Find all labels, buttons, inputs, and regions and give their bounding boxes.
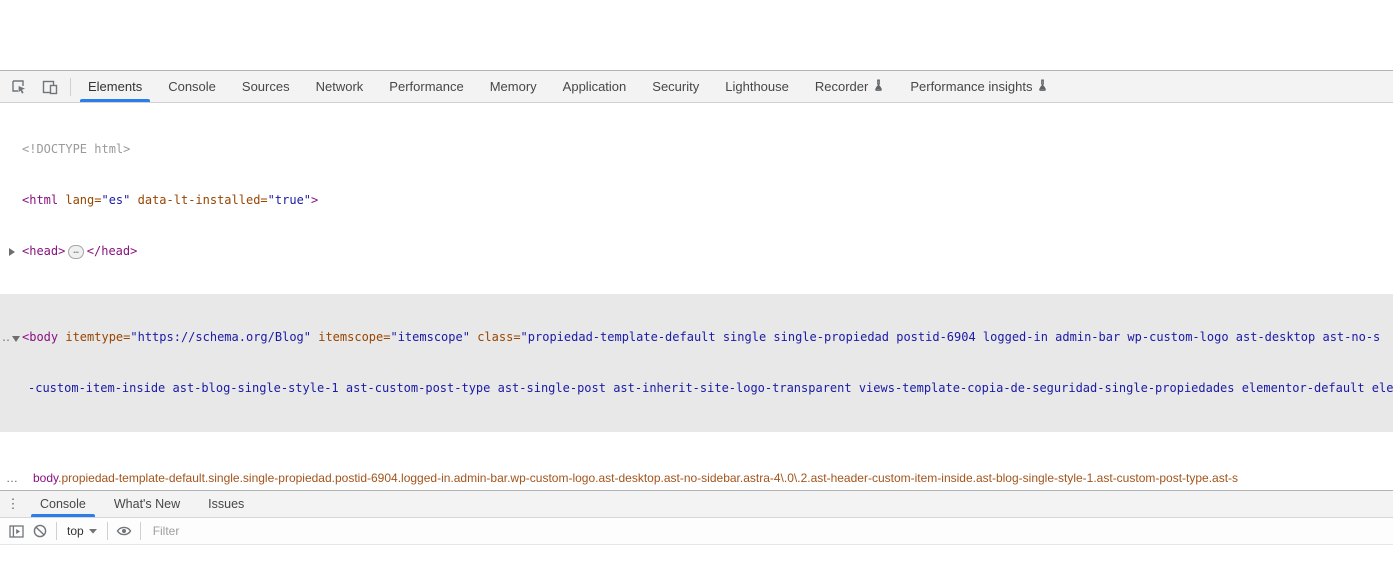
tab-performance-insights[interactable]: Performance insights — [897, 71, 1061, 102]
live-expression-eye-icon[interactable] — [112, 519, 136, 543]
console-drawer: ⋮ Console What's New Issues top Filter — [0, 490, 1393, 571]
tab-network[interactable]: Network — [303, 71, 377, 102]
drawer-tab-issues[interactable]: Issues — [194, 491, 258, 517]
device-toolbar-icon[interactable] — [38, 75, 62, 99]
toolbar-separator — [56, 522, 57, 540]
drawer-tab-bar: ⋮ Console What's New Issues — [0, 491, 1393, 518]
console-messages: JQMIGRATE: Migrate is installed, version… — [0, 545, 1393, 571]
drawer-tab-whats-new[interactable]: What's New — [100, 491, 194, 517]
drawer-menu-kebab-icon[interactable]: ⋮ — [0, 491, 26, 517]
toolbar-separator — [106, 522, 108, 540]
toolbar-separator — [139, 522, 141, 540]
javascript-context-selector[interactable]: top — [61, 524, 103, 538]
dom-node-body-selected[interactable]: ‥ <body itemtype="https://schema.org/Blog… — [0, 294, 1393, 432]
console-log-jqmigrate: JQMIGRATE: Migrate is installed, version… — [0, 545, 1393, 571]
tab-security[interactable]: Security — [639, 71, 712, 102]
drawer-tab-console[interactable]: Console — [26, 491, 100, 517]
toolbar-left-icons — [0, 71, 66, 102]
toolbar-separator — [70, 77, 71, 96]
experiment-flask-icon — [873, 79, 884, 94]
tab-console[interactable]: Console — [155, 71, 229, 102]
experiment-flask-icon — [1037, 79, 1048, 94]
devtools-panel: Elements Console Sources Network Perform… — [0, 70, 1393, 571]
dom-node-head[interactable]: <head>… </head> — [0, 243, 1393, 260]
collapse-arrow-icon[interactable] — [12, 336, 20, 342]
blank-page-area — [0, 0, 1393, 70]
devtools-main-toolbar: Elements Console Sources Network Perform… — [0, 71, 1393, 103]
tab-recorder[interactable]: Recorder — [802, 71, 897, 102]
expand-arrow-icon[interactable] — [9, 248, 15, 256]
tab-application[interactable]: Application — [550, 71, 640, 102]
console-sidebar-toggle-icon[interactable] — [4, 519, 28, 543]
console-toolbar: top — [0, 518, 1393, 545]
collapsed-content-ellipsis-button[interactable]: … — [68, 245, 84, 259]
tab-performance[interactable]: Performance — [376, 71, 476, 102]
clear-console-icon[interactable] — [28, 519, 52, 543]
tab-lighthouse[interactable]: Lighthouse — [712, 71, 802, 102]
dom-node-html[interactable]: <html lang="es" data-lt-installed="true"… — [0, 192, 1393, 209]
console-filter-input[interactable] — [152, 524, 453, 538]
tab-elements[interactable]: Elements — [75, 71, 155, 102]
elements-breadcrumb-bar: … body.propiedad-template-default.single… — [0, 466, 1393, 490]
chevron-down-icon — [88, 528, 97, 534]
inspect-element-icon[interactable] — [6, 75, 30, 99]
tab-memory[interactable]: Memory — [477, 71, 550, 102]
elements-dom-tree: <!DOCTYPE html> <html lang="es" data-lt-… — [0, 103, 1393, 466]
breadcrumb-body-item[interactable]: body.propiedad-template-default.single.s… — [33, 471, 1238, 485]
tab-sources[interactable]: Sources — [229, 71, 303, 102]
breadcrumb-overflow-button[interactable]: … — [6, 471, 19, 485]
dom-node-doctype[interactable]: <!DOCTYPE html> — [0, 141, 1393, 158]
